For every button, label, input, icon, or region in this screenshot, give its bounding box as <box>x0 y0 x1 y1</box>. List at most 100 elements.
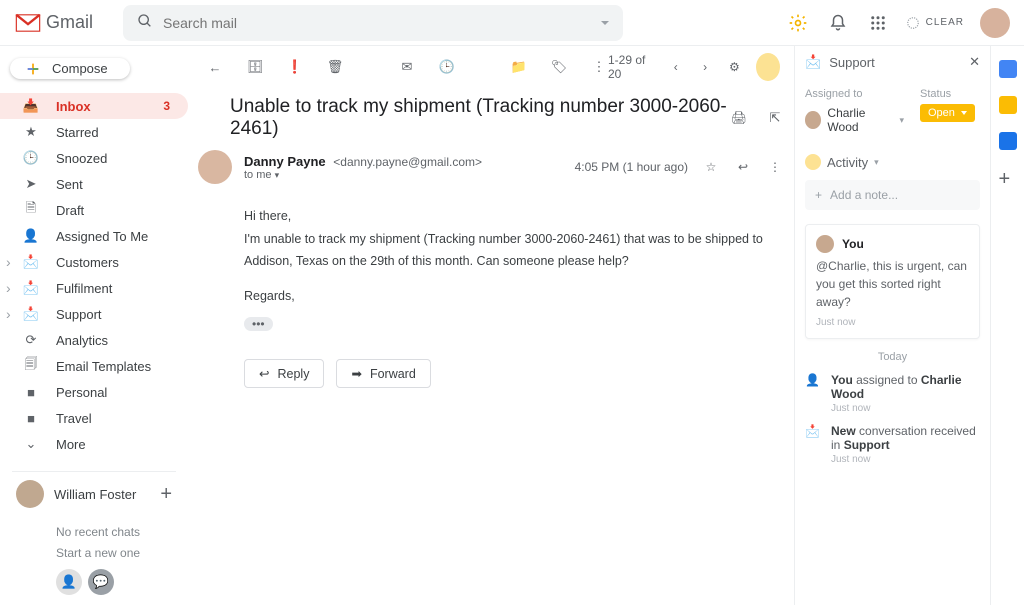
compose-button[interactable]: Compose <box>10 58 130 79</box>
settings-icon[interactable]: ⚙ <box>727 60 742 74</box>
forward-button[interactable]: ➡Forward <box>336 359 430 388</box>
subject-text: Unable to track my shipment (Tracking nu… <box>230 96 730 140</box>
settings-gear-icon[interactable] <box>786 11 810 35</box>
add-note-placeholder: Add a note... <box>830 188 898 202</box>
archive-icon[interactable]: 🗄 <box>246 59 264 75</box>
compose-label: Compose <box>52 61 108 76</box>
nav-label: Starred <box>56 125 99 140</box>
nav-more[interactable]: ⌄More <box>0 431 188 457</box>
delete-icon[interactable]: 🗑 <box>326 59 344 75</box>
profile-row: William Foster + <box>12 471 176 516</box>
snooze-icon[interactable]: 🕒 <box>438 59 456 75</box>
today-divider: Today <box>805 351 980 363</box>
new-chat-plus-icon[interactable]: + <box>160 483 172 506</box>
more-icon[interactable]: ⋮ <box>590 59 608 75</box>
nav-sent[interactable]: ➤ Sent <box>0 171 188 197</box>
notifications-bell-icon[interactable] <box>826 11 850 35</box>
reply-actions: ↩Reply ➡Forward <box>198 345 788 388</box>
nav-label: Personal <box>56 385 107 400</box>
note-time: Just now <box>816 317 969 328</box>
show-trimmed-icon[interactable]: ••• <box>244 317 273 331</box>
person-icon: 👤 <box>805 373 821 414</box>
star-message-icon[interactable]: ☆ <box>702 160 720 174</box>
addon-rail: + <box>990 46 1024 605</box>
mark-unread-icon[interactable]: ✉ <box>398 59 416 75</box>
addon-avatar[interactable] <box>756 53 780 81</box>
inbox-icon: 📥 <box>22 98 40 114</box>
get-addons-icon[interactable]: + <box>999 168 1017 186</box>
to-caret-icon[interactable]: ▾ <box>275 170 280 180</box>
nav-label: Support <box>56 307 102 322</box>
inbox-count: 3 <box>163 99 170 113</box>
nav-label: Customers <box>56 255 119 270</box>
calendar-addon-icon[interactable] <box>999 60 1017 78</box>
nav-label: Sent <box>56 177 83 192</box>
assignee-name: Charlie Wood <box>827 106 893 134</box>
back-arrow-icon[interactable]: ← <box>206 60 224 75</box>
nav-label: Assigned To Me <box>56 229 148 244</box>
nav-label: Email Templates <box>56 359 151 374</box>
status-dropdown[interactable]: Open <box>920 104 975 122</box>
nav-personal[interactable]: ■Personal <box>0 379 188 405</box>
nav-assigned[interactable]: 👤 Assigned To Me <box>0 223 188 249</box>
assignee-dropdown[interactable]: Charlie Wood ▾ <box>805 106 904 134</box>
popout-icon[interactable]: ⇱ <box>766 110 784 126</box>
mail-logo-icon <box>14 12 42 34</box>
nav-snoozed[interactable]: 🕒Snoozed <box>0 145 188 171</box>
sidebar: Compose 📥Inbox3 ★Starred 🕒Snoozed ➤Sent … <box>0 46 188 605</box>
reply-icon[interactable]: ↩ <box>734 160 752 174</box>
nav-analytics[interactable]: ⟳Analytics <box>0 327 188 353</box>
search-input[interactable] <box>163 15 595 31</box>
plus-icon <box>24 60 42 78</box>
print-icon[interactable]: 🖨 <box>730 110 748 126</box>
nav-label: More <box>56 437 86 452</box>
start-chat-link[interactable]: Start a new one <box>56 543 188 563</box>
send-icon: ➤ <box>22 176 40 192</box>
tasks-addon-icon[interactable] <box>999 132 1017 150</box>
template-icon: 🗐 <box>22 355 40 377</box>
next-page-icon[interactable]: › <box>697 60 712 74</box>
nav-support[interactable]: 📩 Support <box>0 301 188 327</box>
prev-page-icon[interactable]: ‹ <box>668 60 683 74</box>
message-more-icon[interactable]: ⋮ <box>766 160 784 174</box>
forward-arrow-icon: ➡ <box>351 366 361 381</box>
search-options-caret-icon[interactable] <box>601 21 609 25</box>
nav-fulfilment[interactable]: 📩Fulfilment <box>0 275 188 301</box>
activity-header[interactable]: Activity ▾ <box>805 154 980 170</box>
nav-customers[interactable]: 📩Customers <box>0 249 188 275</box>
gmail-logo[interactable]: Gmail <box>14 12 93 34</box>
feed-time: Just now <box>831 454 980 465</box>
add-note-input[interactable]: + Add a note... <box>805 180 980 210</box>
nav-email-templates[interactable]: 🗐 Email Templates <box>0 353 188 379</box>
nav-travel[interactable]: ■Travel <box>0 405 188 431</box>
report-spam-icon[interactable]: ❗ <box>286 59 304 75</box>
hangouts-person-icon[interactable]: 👤 <box>56 569 82 595</box>
sender-avatar[interactable] <box>198 150 232 184</box>
nav-starred[interactable]: ★Starred <box>0 119 188 145</box>
hangouts-chat-icon[interactable]: 💬 <box>88 569 114 595</box>
nav-draft[interactable]: 🗎Draft <box>0 197 188 223</box>
to-line: to me <box>244 169 272 181</box>
apps-grid-icon[interactable] <box>866 11 890 35</box>
sender-email: <danny.payne@gmail.com> <box>333 155 482 169</box>
search-bar[interactable] <box>123 5 623 41</box>
labels-icon[interactable]: 🏷 <box>550 59 568 75</box>
profile-avatar[interactable] <box>16 480 44 508</box>
support-header: Support <box>829 55 875 70</box>
move-to-icon[interactable]: 📁 <box>510 59 528 75</box>
user-avatar[interactable] <box>980 8 1010 38</box>
keep-addon-icon[interactable] <box>999 96 1017 114</box>
clear-button[interactable]: CLEAR <box>906 16 964 30</box>
close-panel-icon[interactable]: ✕ <box>969 54 980 70</box>
folder-icon: 📩 <box>22 306 40 322</box>
feed-actor: New <box>831 424 856 438</box>
activity-label: Activity <box>827 155 868 170</box>
reply-button[interactable]: ↩Reply <box>244 359 324 388</box>
note-author: You <box>842 237 864 251</box>
person-icon: 👤 <box>22 228 40 244</box>
nav-inbox[interactable]: 📥Inbox3 <box>0 93 188 119</box>
feed-text: assigned to <box>853 373 921 387</box>
search-icon <box>137 13 153 32</box>
body-main: I'm unable to track my shipment (Trackin… <box>244 229 774 272</box>
subject-row: Unable to track my shipment (Tracking nu… <box>198 88 788 150</box>
